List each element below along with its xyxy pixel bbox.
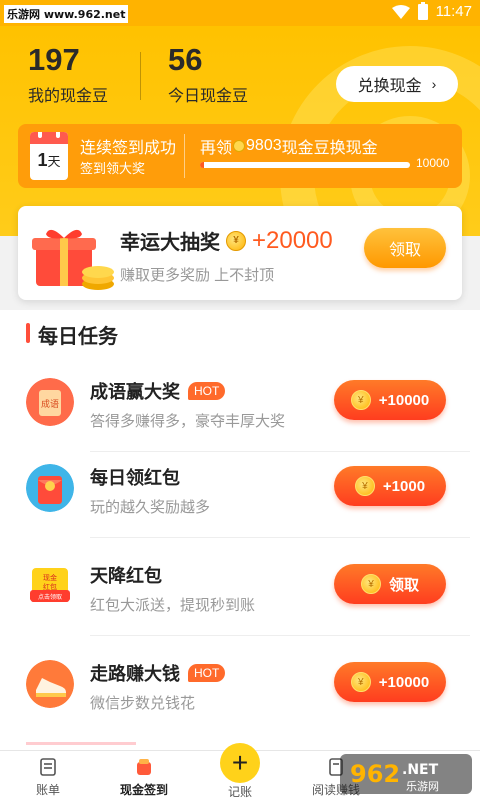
- battery-icon: [417, 1, 428, 20]
- task-title: 走路赚大钱: [90, 664, 180, 684]
- cash-signin-icon: [137, 759, 151, 775]
- task-title: 成语赢大奖: [90, 382, 180, 402]
- coin-icon: ¥: [350, 672, 371, 692]
- task-row[interactable]: 每日领红包 玩的越久奖励越多 ¥ +1000: [0, 440, 480, 538]
- lottery-subtitle: 赚取更多奖励 上不封顶: [120, 267, 275, 284]
- progress-suffix: 现金豆换现金: [281, 140, 378, 157]
- svg-text:现金: 现金: [43, 573, 57, 582]
- task-row[interactable]: 现金 红包 点击领取 天降红包 红包大派送，提现秒到账 ¥ 领取: [0, 538, 480, 636]
- task-reward-label: +1000: [382, 477, 426, 495]
- task-reward-button[interactable]: ¥ 领取: [334, 564, 446, 604]
- divider: [140, 52, 141, 100]
- watermark: 乐游网 www.962.net: [4, 5, 129, 23]
- signin-day-count: 1: [37, 150, 48, 170]
- task-desc: 答得多赚得多，豪夺丰厚大奖: [90, 413, 286, 430]
- signin-subtitle: 签到领大奖: [80, 161, 146, 176]
- svg-text:.NET: .NET: [402, 762, 439, 778]
- lottery-claim-button[interactable]: 领取: [364, 228, 446, 268]
- shoe-icon: [26, 660, 74, 708]
- progress-prefix: 再领: [200, 140, 233, 157]
- plus-icon: +: [231, 747, 249, 778]
- falling-red-envelope-icon: 现金 红包 点击领取: [30, 568, 70, 602]
- lottery-card[interactable]: 幸运大抽奖 ¥ +20000 赚取更多奖励 上不封顶 领取: [18, 206, 462, 300]
- section-title: 每日任务: [26, 320, 118, 349]
- calendar-icon: 1天: [30, 132, 68, 180]
- my-beans-value: 197: [28, 42, 80, 77]
- progress-remaining: 9803: [246, 137, 282, 154]
- hot-badge: HOT: [188, 664, 226, 682]
- status-icons: 11:47: [391, 1, 472, 20]
- coin-icon: ¥: [350, 390, 371, 410]
- task-title: 每日领红包: [90, 468, 180, 488]
- today-beans: 56 今日现金豆: [168, 42, 248, 106]
- task-reward-button[interactable]: ¥ +10000: [334, 662, 446, 702]
- coin-icon: ¥: [360, 574, 381, 594]
- lottery-title: 幸运大抽奖 ¥ +20000: [120, 226, 333, 255]
- nav-item-cash-signin[interactable]: 现金签到: [96, 757, 192, 798]
- divider: [184, 134, 185, 178]
- coin-icon: [233, 140, 246, 152]
- status-bar: 乐游网 www.962.net 11:47: [0, 0, 480, 26]
- task-reward-button[interactable]: ¥ +1000: [334, 466, 446, 506]
- nav-label: 记账: [227, 785, 252, 799]
- svg-text:点击领取: 点击领取: [38, 593, 62, 601]
- lottery-title-text: 幸运大抽奖: [120, 232, 220, 254]
- signin-title: 连续签到成功: [80, 140, 177, 157]
- signin-banner[interactable]: 1天 连续签到成功 签到领大奖 再领 9803 现金豆换现金 10000: [18, 124, 462, 188]
- today-beans-value: 56: [168, 42, 203, 77]
- task-row[interactable]: 成语 成语赢大奖 HOT 答得多赚得多，豪夺丰厚大奖 ¥ +10000: [0, 354, 480, 452]
- idiom-icon: 成语: [26, 378, 74, 426]
- task-desc: 玩的越久奖励越多: [90, 499, 211, 516]
- task-row[interactable]: 走路赚大钱 HOT 微信步数兑钱花 ¥ +10000: [0, 636, 480, 734]
- gift-box-icon: [32, 229, 114, 290]
- task-reward-label: +10000: [378, 673, 430, 691]
- progress-max: 10000: [416, 156, 450, 170]
- progress-fill: [200, 162, 205, 168]
- status-time: 11:47: [435, 3, 472, 20]
- task-desc: 红包大派送，提现秒到账: [90, 597, 256, 614]
- signin-day-unit: 天: [47, 154, 61, 169]
- header: 197 我的现金豆 56 今日现金豆 兑换现金 › 1天 连续签到成功 签到领大…: [0, 26, 480, 236]
- task-name: 天降红包: [90, 562, 162, 588]
- lottery-amount: +20000: [252, 226, 333, 254]
- nav-label: 现金签到: [119, 783, 168, 797]
- hot-badge: HOT: [188, 382, 226, 400]
- nav-item-bill[interactable]: 账单: [0, 757, 96, 798]
- coin-icon: ¥: [354, 476, 375, 496]
- svg-text:红包: 红包: [43, 582, 57, 591]
- exchange-cash-label: 兑换现金: [357, 78, 422, 95]
- task-desc: 微信步数兑钱花: [90, 695, 196, 712]
- task-reward-label: +10000: [378, 391, 430, 409]
- watermark-logo: 962 .NET 乐游网: [340, 754, 472, 794]
- progress-label: 再领 9803 现金豆换现金: [200, 134, 378, 158]
- exchange-cash-button[interactable]: 兑换现金 ›: [336, 66, 458, 102]
- task-name: 成语赢大奖 HOT: [90, 378, 226, 404]
- task-title: 天降红包: [90, 566, 162, 586]
- svg-text:乐游网: 乐游网: [406, 780, 439, 793]
- red-envelope-icon: [26, 464, 74, 512]
- my-beans[interactable]: 197 我的现金豆: [28, 42, 108, 106]
- task-reward-button[interactable]: ¥ +10000: [334, 380, 446, 420]
- svg-text:962: 962: [350, 760, 400, 788]
- next-section-peek: [26, 742, 136, 750]
- bill-icon: [40, 758, 56, 776]
- task-name: 走路赚大钱 HOT: [90, 660, 226, 686]
- my-beans-label: 我的现金豆: [28, 88, 109, 105]
- coin-icon: ¥: [226, 230, 246, 251]
- progress-bar: [200, 162, 410, 168]
- daily-tasks-section: 每日任务 成语 成语赢大奖 HOT 答得多赚得多，豪夺丰厚大奖 ¥ +10000…: [0, 310, 480, 750]
- today-beans-label: 今日现金豆: [168, 88, 249, 105]
- nav-label: 账单: [35, 783, 60, 797]
- task-name: 每日领红包: [90, 464, 180, 490]
- task-reward-label: 领取: [388, 576, 419, 594]
- wifi-icon: [391, 4, 410, 19]
- svg-text:成语: 成语: [41, 398, 59, 410]
- add-record-button[interactable]: +: [220, 743, 260, 783]
- chevron-right-icon: ›: [431, 76, 437, 92]
